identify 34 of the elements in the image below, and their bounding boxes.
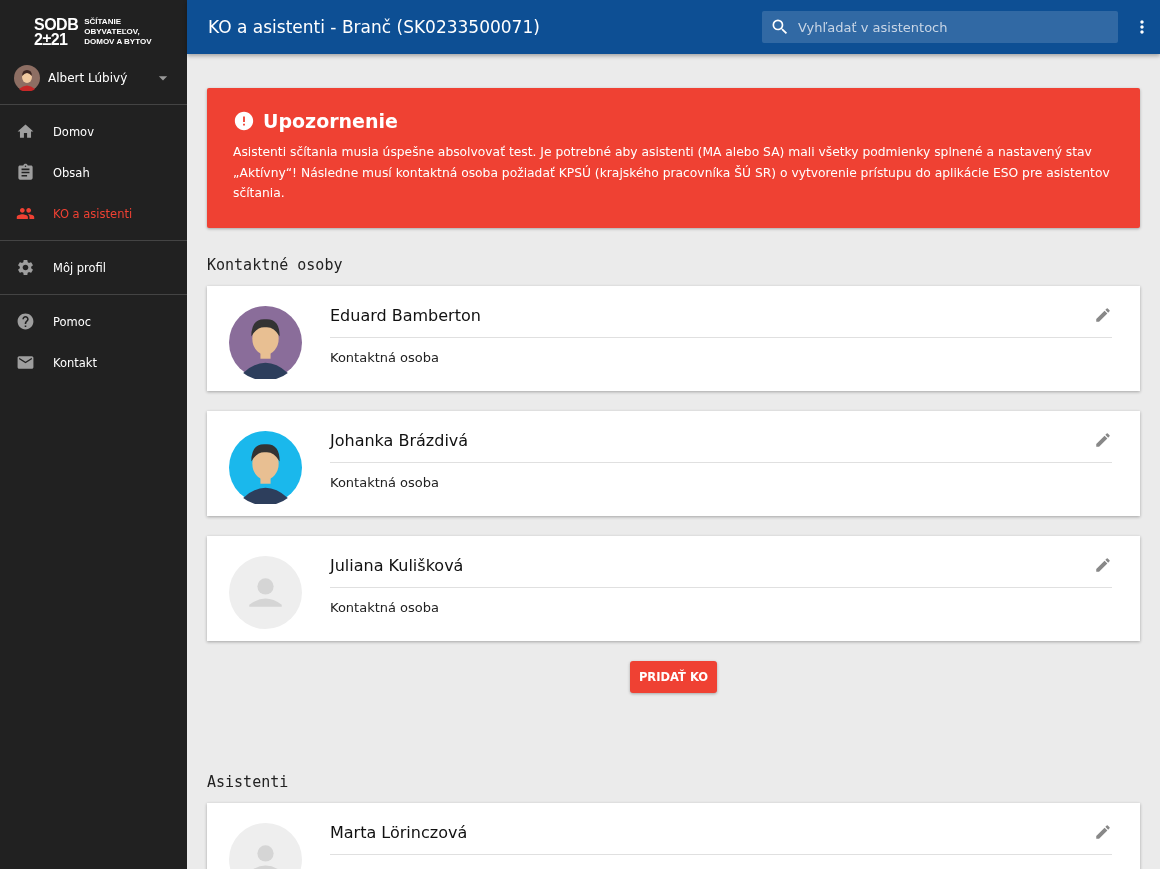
edit-button[interactable] (1094, 556, 1112, 574)
mail-icon (16, 353, 35, 372)
edit-button[interactable] (1094, 823, 1112, 841)
add-button[interactable]: PRIDAŤ KO (629, 660, 718, 693)
nav-item[interactable]: Kontakt (0, 342, 187, 383)
avatar-figure (14, 65, 40, 91)
nav-item[interactable]: Pomoc (0, 301, 187, 342)
section-title: Asistenti (207, 772, 290, 791)
logo: SODB 2±21 (34, 17, 79, 47)
page-title: KO a asistenti - Branč (SK0233500071) (208, 17, 541, 37)
section-title: Kontaktné osoby (207, 255, 344, 274)
warning-text: Asistenti sčítania musia úspešne absolvovať test. Je potrebné aby asistenti (MA alebo SA) mali všetky podmienky splnené a nastavený stav „Aktívny“! Následne musí kontaktná osoba požiadať KPSÚ (krajského pracovníka ŠÚ SR) o vytvorenie prístupu do aplikácie ESO pre asistentov sčítania. (233, 144, 1111, 202)
person-name: Johanka Brázdivá (330, 430, 469, 450)
person-role: Kontaktná osoba (330, 348, 440, 365)
clipboard-icon (16, 163, 35, 182)
edit-button[interactable] (1094, 431, 1112, 449)
nav-item[interactable]: Domov (0, 111, 187, 152)
user-name: Albert Lúbivý (48, 71, 129, 85)
person-name: Juliana Kulišková (330, 555, 464, 575)
warning-icon (233, 110, 255, 132)
search-icon (770, 17, 790, 37)
edit-button[interactable] (1094, 306, 1112, 324)
nav-item[interactable]: Môj profil (0, 247, 187, 288)
home-icon (16, 122, 35, 141)
logo-text: SČÍTANIE OBYVATEĽOV, DOMOV A BYTOV (84, 17, 153, 47)
person-role: Kontaktná osoba (330, 473, 440, 490)
nav-item[interactable]: Obsah (0, 152, 187, 193)
person-name: Eduard Bamberton (330, 305, 481, 325)
help-icon (16, 312, 35, 331)
person-name: Marta Lörinczová (330, 822, 468, 842)
nav-item[interactable]: KO a asistenti (0, 193, 187, 234)
warning-title: Upozornenie (263, 110, 398, 132)
settings-icon (16, 258, 35, 277)
person-role: Kontaktná osoba (330, 598, 440, 615)
